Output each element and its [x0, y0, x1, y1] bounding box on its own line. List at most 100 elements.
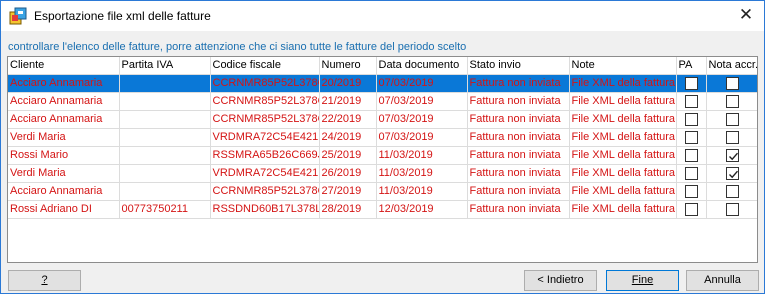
cell-note: File XML della fattura [569, 164, 677, 183]
export-dialog: Esportazione file xml delle fatture ✕ co… [0, 0, 765, 294]
header-col-pa[interactable]: PA [676, 57, 707, 75]
cell-data-documento: 07/03/2019 [376, 74, 468, 93]
cell-codice-fiscale: CCRNMR85P52L378O [210, 74, 320, 93]
cell-data-documento: 11/03/2019 [376, 146, 468, 165]
header-col-data-documento[interactable]: Data documento [376, 57, 468, 75]
cell-stato-invio: Fattura non inviata [467, 182, 570, 201]
cell-note: File XML della fattura [569, 74, 677, 93]
cell-numero: 25/2019 [319, 146, 377, 165]
cell-data-documento: 07/03/2019 [376, 110, 468, 129]
cell-note: File XML della fattura [569, 128, 677, 147]
table-header: Cliente Partita IVA Codice fiscale Numero Da… [8, 57, 757, 75]
cell-stato-invio: Fattura non inviata [467, 92, 570, 111]
help-button[interactable]: ? [8, 270, 81, 291]
cell-data-documento: 11/03/2019 [376, 182, 468, 201]
checkbox-icon[interactable] [726, 94, 739, 108]
cell-cliente: Acciaro Annamaria [8, 92, 120, 111]
cell-pa [676, 146, 707, 165]
cell-partita-iva [119, 146, 211, 165]
table-row[interactable]: Acciaro Annamaria CCRNMR85P52L378O 20/2019… [8, 74, 757, 93]
cell-nota-accr [706, 146, 757, 165]
checkbox-icon[interactable] [726, 76, 739, 90]
app-icon [9, 7, 27, 25]
header-col-stato-invio[interactable]: Stato invio [467, 57, 570, 75]
checkbox-icon[interactable] [684, 166, 698, 180]
cell-pa [676, 92, 707, 111]
cell-cliente: Acciaro Annamaria [8, 74, 120, 93]
cell-pa [676, 182, 707, 201]
cell-partita-iva [119, 164, 211, 183]
checkbox-icon[interactable] [684, 76, 698, 90]
cell-codice-fiscale: RSSDND60B17L378L [210, 200, 320, 219]
header-col-partita-iva[interactable]: Partita IVA [119, 57, 211, 75]
cell-nota-accr [706, 92, 757, 111]
cell-pa [676, 74, 707, 93]
header-col-nota-accr[interactable]: Nota accr. [706, 57, 757, 75]
checkbox-icon[interactable] [684, 202, 698, 216]
checkbox-icon[interactable] [726, 130, 739, 144]
checkbox-icon[interactable] [726, 184, 739, 198]
cell-numero: 24/2019 [319, 128, 377, 147]
cell-partita-iva [119, 128, 211, 147]
table-row[interactable]: Acciaro Annamaria CCRNMR85P52L378O 21/2019… [8, 92, 757, 111]
checkbox-icon[interactable] [684, 112, 698, 126]
checkbox-icon[interactable] [684, 94, 698, 108]
table-row[interactable]: Verdi Maria VRDMRA72C54E421D 26/2019 11/03/… [8, 164, 757, 183]
cell-codice-fiscale: VRDMRA72C54E421D [210, 128, 320, 147]
cell-pa [676, 110, 707, 129]
cell-note: File XML della fattura [569, 146, 677, 165]
table-row[interactable]: Rossi Adriano DI 00773750211 RSSDND60B17L3… [8, 200, 757, 219]
cell-partita-iva: 00773750211 [119, 200, 211, 219]
cell-cliente: Acciaro Annamaria [8, 110, 120, 129]
finish-button-label: Fine [631, 274, 654, 286]
back-button[interactable]: < Indietro [524, 270, 597, 291]
cell-cliente: Verdi Maria [8, 164, 120, 183]
checkbox-icon[interactable] [726, 166, 739, 180]
table-row[interactable]: Acciaro Annamaria CCRNMR85P52L378O 22/2019… [8, 110, 757, 129]
instruction-text: controllare l'elenco delle fatture, porr… [8, 41, 467, 53]
cell-partita-iva [119, 92, 211, 111]
checkbox-icon[interactable] [684, 148, 698, 162]
cell-data-documento: 07/03/2019 [376, 128, 468, 147]
cell-cliente: Verdi Maria [8, 128, 120, 147]
cell-numero: 26/2019 [319, 164, 377, 183]
cell-note: File XML della fattura [569, 182, 677, 201]
checkbox-icon[interactable] [726, 148, 739, 162]
table-row[interactable]: Rossi Mario RSSMRA65B26C669J 25/2019 11/03/… [8, 146, 757, 165]
cell-partita-iva [119, 110, 211, 129]
cell-numero: 27/2019 [319, 182, 377, 201]
checkbox-icon[interactable] [726, 112, 739, 126]
cell-stato-invio: Fattura non inviata [467, 128, 570, 147]
cell-codice-fiscale: CCRNMR85P52L378O [210, 92, 320, 111]
cell-cliente: Rossi Adriano DI [8, 200, 120, 219]
cell-data-documento: 11/03/2019 [376, 164, 468, 183]
table-row[interactable]: Verdi Maria VRDMRA72C54E421D 24/2019 07/03/… [8, 128, 757, 147]
invoice-table: Cliente Partita IVA Codice fiscale Numero Da… [7, 56, 758, 263]
header-col-codice-fiscale[interactable]: Codice fiscale [210, 57, 320, 75]
cell-stato-invio: Fattura non inviata [467, 146, 570, 165]
header-col-note[interactable]: Note [569, 57, 677, 75]
table-row[interactable]: Acciaro Annamaria CCRNMR85P52L378O 27/2019… [8, 182, 757, 201]
cell-note: File XML della fattura [569, 92, 677, 111]
cell-stato-invio: Fattura non inviata [467, 110, 570, 129]
checkbox-icon[interactable] [726, 202, 739, 216]
cell-partita-iva [119, 74, 211, 93]
cell-codice-fiscale: VRDMRA72C54E421D [210, 164, 320, 183]
header-col-cliente[interactable]: Cliente [8, 57, 120, 75]
cell-codice-fiscale: CCRNMR85P52L378O [210, 110, 320, 129]
cell-pa [676, 128, 707, 147]
cell-data-documento: 07/03/2019 [376, 92, 468, 111]
cell-nota-accr [706, 74, 757, 93]
finish-button[interactable]: Fine [606, 270, 679, 291]
close-icon[interactable]: ✕ [729, 1, 763, 31]
cell-numero: 21/2019 [319, 92, 377, 111]
cell-stato-invio: Fattura non inviata [467, 74, 570, 93]
header-col-numero[interactable]: Numero [319, 57, 377, 75]
cell-stato-invio: Fattura non inviata [467, 200, 570, 219]
cell-partita-iva [119, 182, 211, 201]
cell-numero: 20/2019 [319, 74, 377, 93]
cell-codice-fiscale: CCRNMR85P52L378O [210, 182, 320, 201]
checkbox-icon[interactable] [684, 130, 698, 144]
cancel-button[interactable]: Annulla [686, 270, 759, 291]
checkbox-icon[interactable] [684, 184, 698, 198]
